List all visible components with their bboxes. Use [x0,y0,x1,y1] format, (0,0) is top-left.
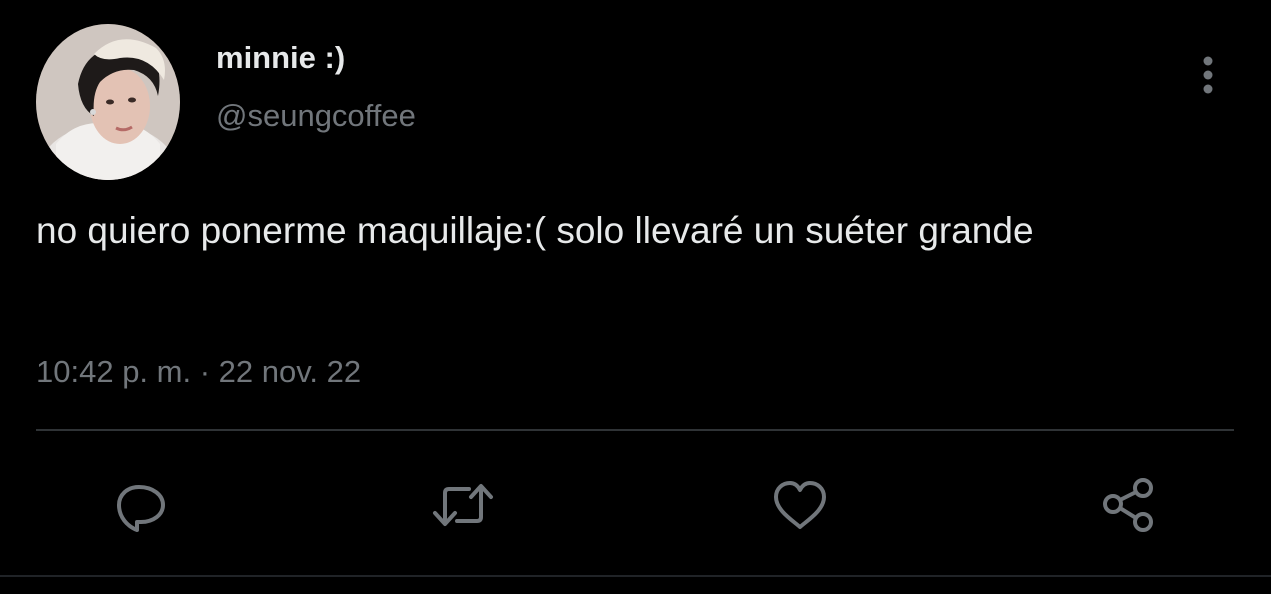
heart-icon [774,481,826,529]
avatar[interactable] [36,24,180,180]
more-vertical-icon [1203,56,1213,94]
retweet-button[interactable] [428,470,498,540]
divider [36,429,1234,431]
reply-button[interactable] [106,470,176,540]
author-handle[interactable]: @seungcoffee [216,98,416,134]
retweet-icon [433,484,493,526]
tweet-timestamp[interactable]: 10:42 p. m. · 22 nov. 22 [36,354,361,390]
bottom-divider [0,575,1271,577]
share-button[interactable] [1094,470,1164,540]
tweet-text: no quiero ponerme maquillaje:( solo llev… [36,210,1034,251]
more-options-button[interactable] [1190,52,1226,98]
share-icon [1103,478,1153,532]
author-display-name[interactable]: minnie :) [216,40,345,76]
reply-icon [117,485,165,532]
like-button[interactable] [765,470,835,540]
tweet: minnie :) @seungcoffee no quiero ponerme… [0,0,1271,594]
